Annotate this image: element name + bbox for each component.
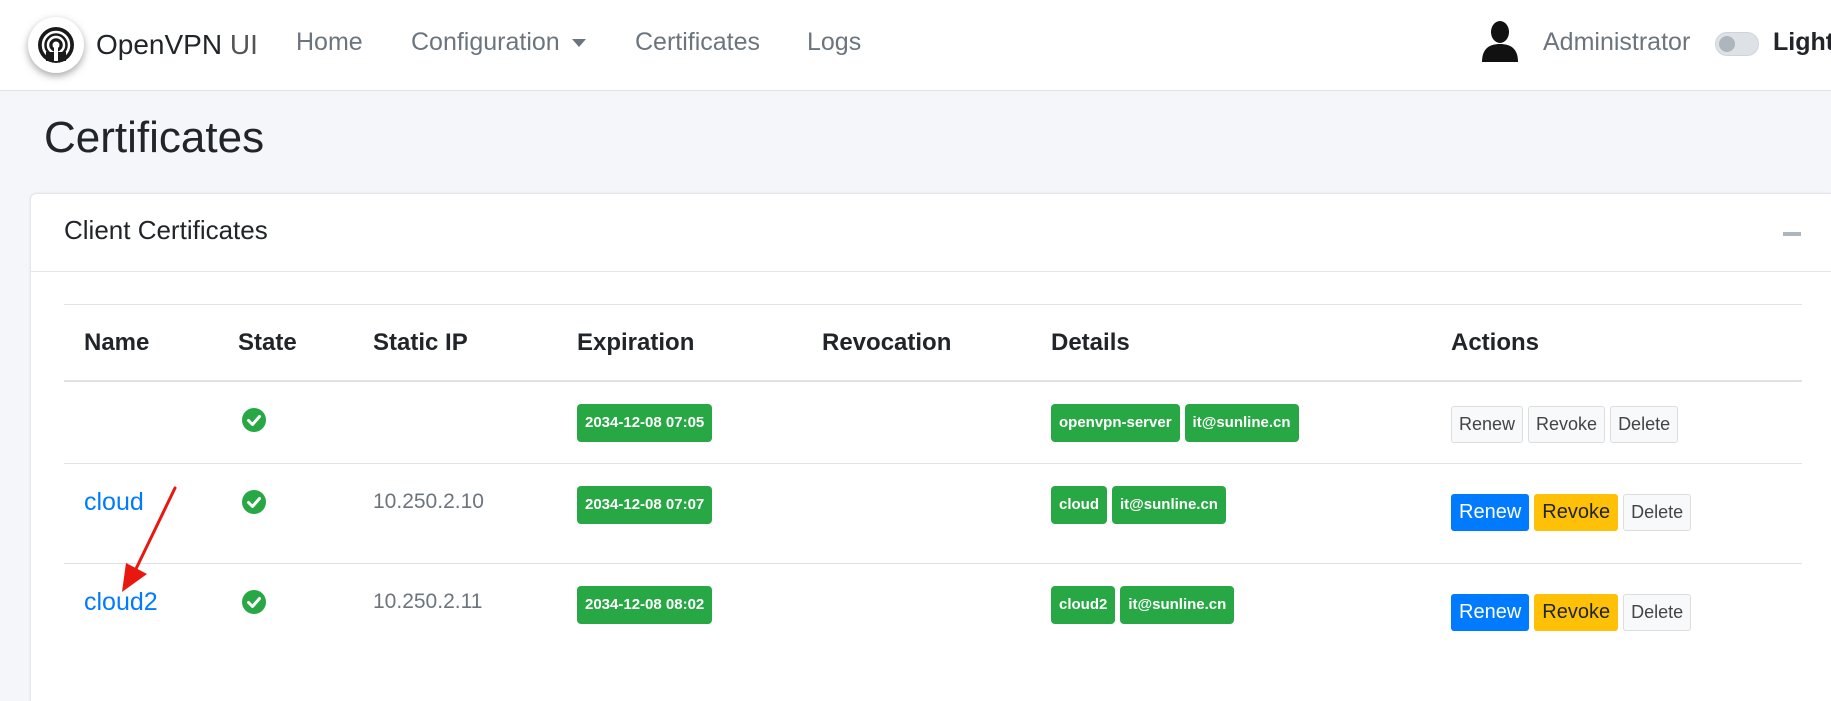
revoke-button[interactable]: Revoke xyxy=(1534,494,1619,531)
check-circle-icon xyxy=(242,408,266,432)
table-header: Name State Static IP Expiration Revocati… xyxy=(64,304,1802,382)
expiration-cell: 2034-12-08 07:05 xyxy=(577,404,717,442)
details-cell: openvpn-server it@sunline.cn xyxy=(1051,404,1304,442)
toggle-knob xyxy=(1719,36,1735,52)
nav-home[interactable]: Home xyxy=(296,28,363,57)
table-row: cloud 10.250.2.10 2034-12-08 07:07 cloud… xyxy=(64,464,1802,564)
renew-button[interactable]: Renew xyxy=(1451,494,1530,531)
revoke-button[interactable]: Revoke xyxy=(1534,594,1619,631)
static-ip: 10.250.2.11 xyxy=(373,590,483,613)
delete-button[interactable]: Delete xyxy=(1623,494,1692,531)
theme-label: Light xyxy=(1773,28,1831,56)
col-details: Details xyxy=(1051,329,1130,356)
brand-title: OpenVPN xyxy=(96,29,223,60)
nav-home-label: Home xyxy=(296,28,363,56)
actions-cell: Renew Revoke Delete xyxy=(1451,594,1696,631)
table-row: cloud2 10.250.2.11 2034-12-08 08:02 clou… xyxy=(64,564,1802,664)
table-row: 2034-12-08 07:05 openvpn-server it@sunlin… xyxy=(64,382,1802,464)
delete-button[interactable]: Delete xyxy=(1610,406,1679,443)
expiration-badge: 2034-12-08 07:07 xyxy=(577,486,713,524)
col-actions: Actions xyxy=(1451,329,1540,356)
expiration-cell: 2034-12-08 08:02 xyxy=(577,586,717,624)
col-name: Name xyxy=(84,329,150,356)
card-title: Client Certificates xyxy=(64,215,268,245)
revoke-button[interactable]: Revoke xyxy=(1528,406,1606,443)
chevron-down-icon xyxy=(571,38,586,47)
expiration-cell: 2034-12-08 07:07 xyxy=(577,486,717,524)
col-state: State xyxy=(238,329,297,356)
details-cell: cloud2 it@sunline.cn xyxy=(1051,586,1239,624)
expiration-badge: 2034-12-08 08:02 xyxy=(577,586,713,624)
nav-logs-label: Logs xyxy=(807,28,862,56)
openvpn-logo-icon xyxy=(28,17,84,73)
actions-cell: Renew Revoke Delete xyxy=(1451,406,1683,443)
nav-certificates[interactable]: Certificates xyxy=(635,28,760,57)
col-expiration: Expiration xyxy=(577,329,695,356)
detail-badge-cn: cloud xyxy=(1051,486,1107,524)
top-navbar: OpenVPN UI Home Configuration Certificat… xyxy=(0,0,1831,91)
certificates-table: Name State Static IP Expiration Revocati… xyxy=(64,304,1802,664)
theme-toggle[interactable] xyxy=(1715,32,1759,56)
detail-badge-email: it@sunline.cn xyxy=(1184,404,1299,442)
nav-configuration-dropdown[interactable]: Configuration xyxy=(411,28,586,57)
check-circle-icon xyxy=(242,490,266,514)
nav-certificates-label: Certificates xyxy=(635,28,761,56)
nav-configuration-label: Configuration xyxy=(411,28,560,56)
expiration-badge: 2034-12-08 07:05 xyxy=(577,404,713,442)
detail-badge-cn: cloud2 xyxy=(1051,586,1116,624)
client-certificates-card: Client Certificates Name State Static IP… xyxy=(30,193,1831,701)
detail-badge-email: it@sunline.cn xyxy=(1120,586,1235,624)
brand-name: OpenVPN UI xyxy=(96,29,258,61)
renew-button[interactable]: Renew xyxy=(1451,594,1530,631)
minus-icon[interactable] xyxy=(1783,232,1801,236)
col-revocation: Revocation xyxy=(822,329,952,356)
brand-suffix: UI xyxy=(229,29,258,60)
cert-name-link[interactable]: cloud xyxy=(84,488,144,517)
col-static-ip: Static IP xyxy=(373,329,468,356)
actions-cell: Renew Revoke Delete xyxy=(1451,494,1696,531)
cert-name-link[interactable]: cloud2 xyxy=(84,588,158,617)
renew-button[interactable]: Renew xyxy=(1451,406,1524,443)
delete-button[interactable]: Delete xyxy=(1623,594,1692,631)
user-menu[interactable]: Administrator xyxy=(1543,28,1690,57)
details-cell: cloud it@sunline.cn xyxy=(1051,486,1231,524)
nav-logs[interactable]: Logs xyxy=(807,28,861,57)
check-circle-icon xyxy=(242,590,266,614)
user-silhouette-icon[interactable] xyxy=(1480,20,1520,62)
detail-badge-email: it@sunline.cn xyxy=(1112,486,1226,524)
page-title: Certificates xyxy=(44,113,265,162)
static-ip: 10.250.2.10 xyxy=(373,490,484,513)
detail-badge-cn: openvpn-server xyxy=(1051,404,1180,442)
card-header: Client Certificates xyxy=(31,194,1831,272)
brand[interactable]: OpenVPN UI xyxy=(28,12,258,78)
